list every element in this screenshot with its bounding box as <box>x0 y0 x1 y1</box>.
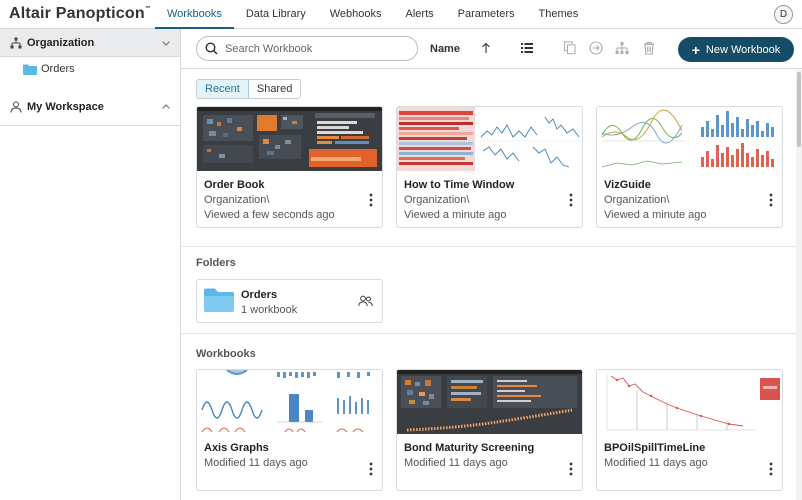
sidebar-organization[interactable]: Organization <box>0 29 180 57</box>
folder-count: 1 workbook <box>241 304 298 316</box>
tab-webhooks[interactable]: Webhooks <box>318 0 394 29</box>
chevron-down-icon[interactable] <box>161 38 171 48</box>
workbook-card-axis-graphs[interactable]: Axis Graphs Modified 11 days ago <box>196 369 383 491</box>
card-time: Modified 11 days ago <box>404 457 508 469</box>
app-logo: Altair Panopticon™ <box>9 5 152 22</box>
trash-icon[interactable] <box>642 41 656 55</box>
card-time: Viewed a minute ago <box>604 209 707 221</box>
workbook-content: Recent Shared Order Book Organization\ V… <box>181 70 802 500</box>
workbook-thumbnail <box>197 370 382 434</box>
more-options-icon[interactable] <box>569 462 573 476</box>
workbook-card-order-book[interactable]: Order Book Organization\ Viewed a few se… <box>196 106 383 228</box>
plus-icon: + <box>691 41 700 58</box>
more-options-icon[interactable] <box>369 193 373 207</box>
workbook-thumbnail <box>397 107 582 171</box>
sidebar-workspace-label: My Workspace <box>27 101 104 113</box>
search-box[interactable] <box>196 36 418 61</box>
more-options-icon[interactable] <box>369 462 373 476</box>
sidebar-folder-orders[interactable]: Orders <box>23 63 75 75</box>
card-title: Order Book <box>204 179 265 191</box>
sort-field-label[interactable]: Name <box>430 43 460 55</box>
workbook-thumbnail <box>597 370 782 434</box>
recent-shared-toggle: Recent Shared <box>196 79 302 99</box>
hierarchy-icon[interactable] <box>615 41 629 55</box>
sidebar-organization-label: Organization <box>27 36 95 49</box>
workbook-card-how-to-time-window[interactable]: How to Time Window Organization\ Viewed … <box>396 106 583 228</box>
copy-icon[interactable] <box>563 41 577 55</box>
filter-recent[interactable]: Recent <box>197 80 249 98</box>
folder-icon <box>23 64 37 75</box>
card-title: BPOilSpillTimeLine <box>604 442 706 454</box>
workbook-card-bpoilspilltimeline[interactable]: BPOilSpillTimeLine Modified 11 days ago <box>596 369 783 491</box>
workbook-toolbar: Name + New Workbook <box>181 29 802 69</box>
folder-card-orders[interactable]: Orders 1 workbook <box>196 279 383 323</box>
more-options-icon[interactable] <box>769 193 773 207</box>
card-time: Viewed a few seconds ago <box>204 209 335 221</box>
workbook-card-bond-maturity-screening[interactable]: Bond Maturity Screening Modified 11 days… <box>396 369 583 491</box>
folder-icon <box>204 288 234 312</box>
search-icon <box>205 42 218 55</box>
tab-workbooks[interactable]: Workbooks <box>155 0 234 29</box>
filter-shared[interactable]: Shared <box>249 80 300 98</box>
card-path: Organization\ <box>604 194 670 206</box>
card-title: Bond Maturity Screening <box>404 442 535 454</box>
tab-themes[interactable]: Themes <box>527 0 591 29</box>
chevron-up-icon[interactable] <box>161 102 171 112</box>
search-input[interactable] <box>225 42 405 55</box>
card-time: Viewed a minute ago <box>404 209 507 221</box>
card-title: How to Time Window <box>404 179 515 191</box>
workbook-card-vizguide[interactable]: VizGuide Organization\ Viewed a minute a… <box>596 106 783 228</box>
sort-arrow-up-icon[interactable] <box>479 41 493 55</box>
section-divider <box>181 333 802 334</box>
shared-users-icon[interactable] <box>358 295 373 307</box>
tab-data-library[interactable]: Data Library <box>234 0 318 29</box>
folders-heading: Folders <box>196 257 236 269</box>
main-nav: Workbooks Data Library Webhooks Alerts P… <box>155 0 590 29</box>
section-divider <box>181 246 802 247</box>
new-workbook-button[interactable]: + New Workbook <box>678 37 794 62</box>
tab-parameters[interactable]: Parameters <box>446 0 527 29</box>
workbook-thumbnail <box>397 370 582 434</box>
list-view-icon[interactable] <box>520 41 534 55</box>
card-title: VizGuide <box>604 179 651 191</box>
card-path: Organization\ <box>204 194 270 206</box>
more-options-icon[interactable] <box>569 193 573 207</box>
workbook-thumbnail <box>597 107 782 171</box>
card-time: Modified 11 days ago <box>204 457 308 469</box>
sidebar-folder-label: Orders <box>41 63 75 75</box>
content-scrollbar[interactable] <box>796 70 802 500</box>
hierarchy-icon <box>10 37 22 48</box>
more-options-icon[interactable] <box>769 462 773 476</box>
user-avatar[interactable]: D <box>774 5 793 24</box>
user-icon <box>10 101 22 113</box>
workbooks-heading: Workbooks <box>196 348 256 360</box>
tab-alerts[interactable]: Alerts <box>394 0 446 29</box>
card-time: Modified 11 days ago <box>604 457 708 469</box>
new-workbook-label: New Workbook <box>705 43 781 56</box>
card-path: Organization\ <box>404 194 470 206</box>
workbook-thumbnail <box>197 107 382 171</box>
move-icon[interactable] <box>589 41 603 55</box>
top-bar: Altair Panopticon™ Workbooks Data Librar… <box>0 0 802 29</box>
sidebar: Organization Orders My Workspace <box>0 29 181 500</box>
card-title: Axis Graphs <box>204 442 269 454</box>
folder-name: Orders <box>241 289 278 301</box>
sidebar-my-workspace[interactable]: My Workspace <box>0 89 180 126</box>
scrollbar-thumb[interactable] <box>797 72 801 147</box>
